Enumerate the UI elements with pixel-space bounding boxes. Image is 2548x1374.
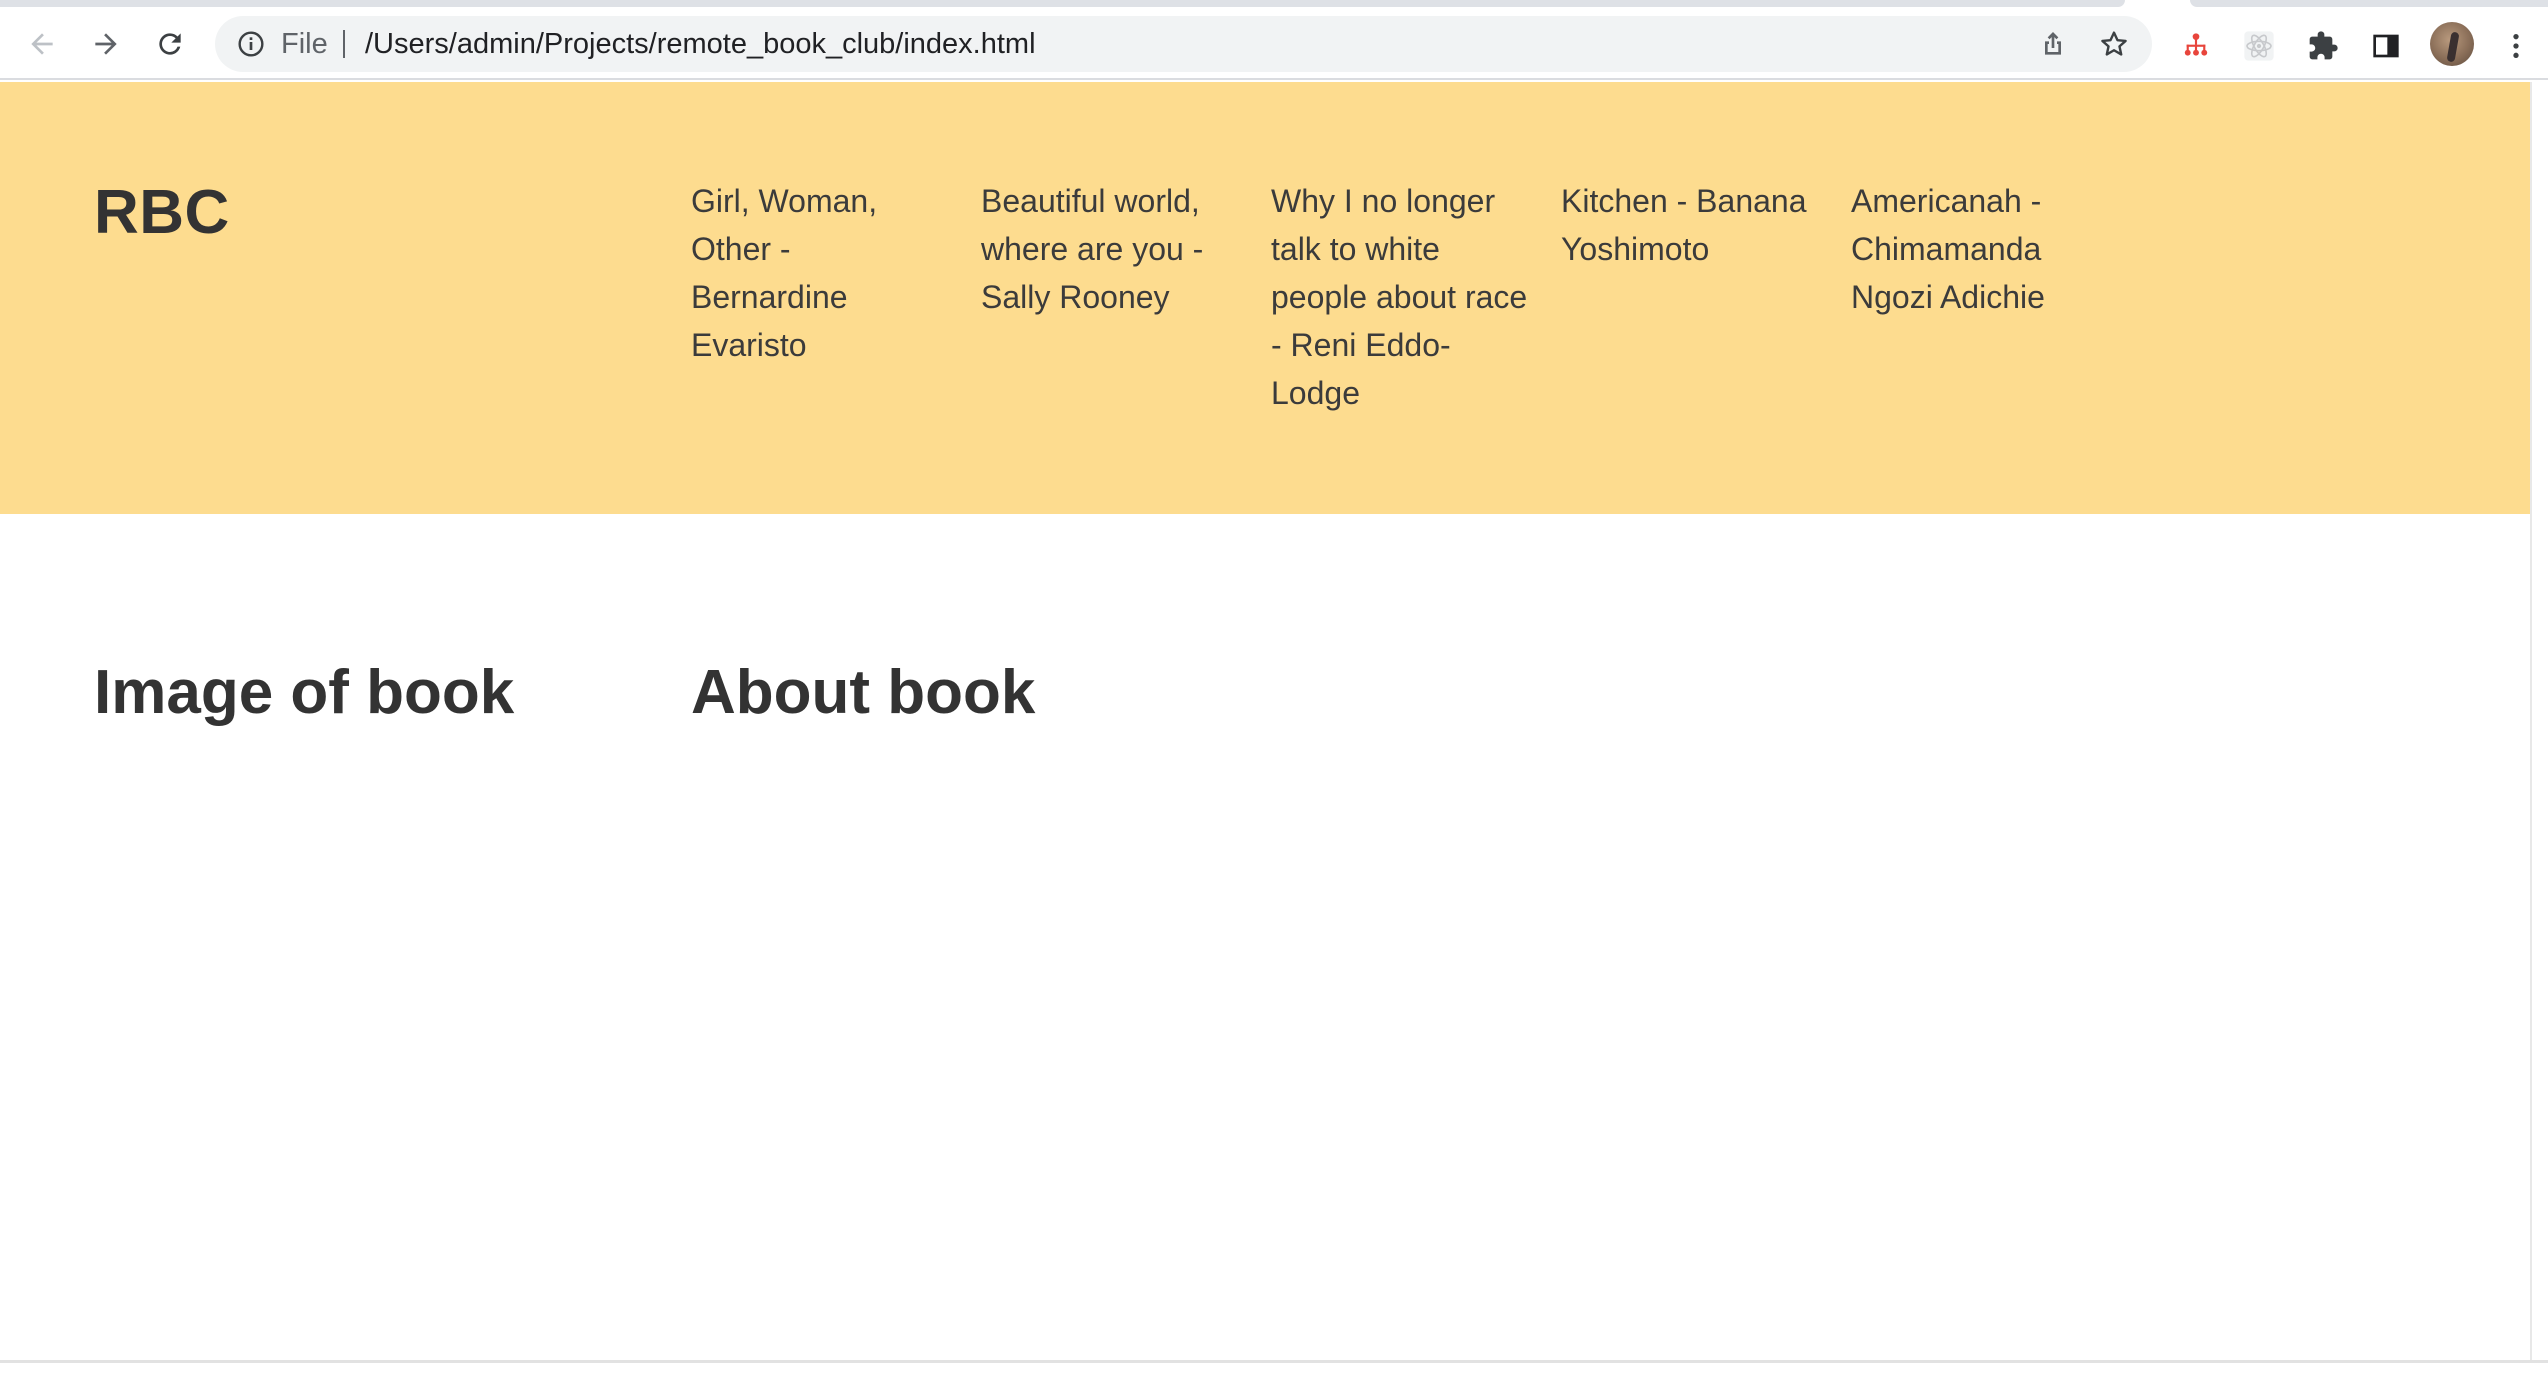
reload-icon	[159, 33, 181, 55]
browser-toolbar: File /Users/admin/Projects/remote_book_c…	[0, 8, 2548, 80]
tab-strip	[0, 0, 2548, 8]
brand-logo[interactable]: RBC	[94, 177, 230, 248]
avatar[interactable]	[2430, 22, 2474, 66]
scheme-label: File	[281, 28, 328, 60]
forward-button[interactable]	[84, 22, 128, 66]
share-icon[interactable]	[2037, 28, 2069, 60]
site-header: RBC Girl, Woman, Other - Bernardine Evar…	[0, 82, 2530, 514]
avatar-figure	[2446, 31, 2460, 63]
extension-tree-icon[interactable]	[2180, 30, 2212, 62]
image-of-book-heading: Image of book	[94, 658, 515, 727]
nav-link-why-i-no-longer-talk[interactable]: Why I no longer talk to white people abo…	[1271, 177, 1561, 417]
page-viewport: RBC Girl, Woman, Other - Bernardine Evar…	[0, 82, 2530, 1360]
book-nav: Girl, Woman, Other - Bernardine Evaristo…	[691, 177, 2141, 417]
about-book-heading: About book	[691, 658, 1036, 727]
extension-react-icon[interactable]	[2243, 30, 2275, 62]
back-arrow-icon	[31, 33, 53, 55]
kebab-menu-icon[interactable]	[2500, 30, 2532, 62]
nav-link-girl-woman-other[interactable]: Girl, Woman, Other - Bernardine Evaristo	[691, 177, 981, 417]
star-icon[interactable]	[2098, 28, 2130, 60]
window-bottom-edge	[0, 1360, 2548, 1374]
nav-link-beautiful-world[interactable]: Beautiful world, where are you - Sally R…	[981, 177, 1271, 417]
reload-button[interactable]	[148, 22, 192, 66]
back-button[interactable]	[20, 22, 64, 66]
active-tab-edge[interactable]	[0, 0, 2125, 7]
puzzle-piece-icon[interactable]	[2307, 30, 2339, 62]
nav-link-americanah[interactable]: Americanah - Chimamanda Ngozi Adichie	[1851, 177, 2141, 417]
address-bar[interactable]: File /Users/admin/Projects/remote_book_c…	[215, 16, 2152, 72]
side-panel-icon[interactable]	[2370, 30, 2402, 62]
nav-link-kitchen[interactable]: Kitchen - Banana Yoshimoto	[1561, 177, 1851, 417]
info-icon[interactable]	[235, 28, 267, 60]
omnibox-divider	[343, 30, 345, 58]
forward-arrow-icon	[95, 33, 117, 55]
scrollbar[interactable]	[2530, 82, 2548, 1360]
url-text[interactable]: /Users/admin/Projects/remote_book_club/i…	[365, 16, 1036, 72]
inactive-tab-edge[interactable]	[2190, 0, 2548, 7]
